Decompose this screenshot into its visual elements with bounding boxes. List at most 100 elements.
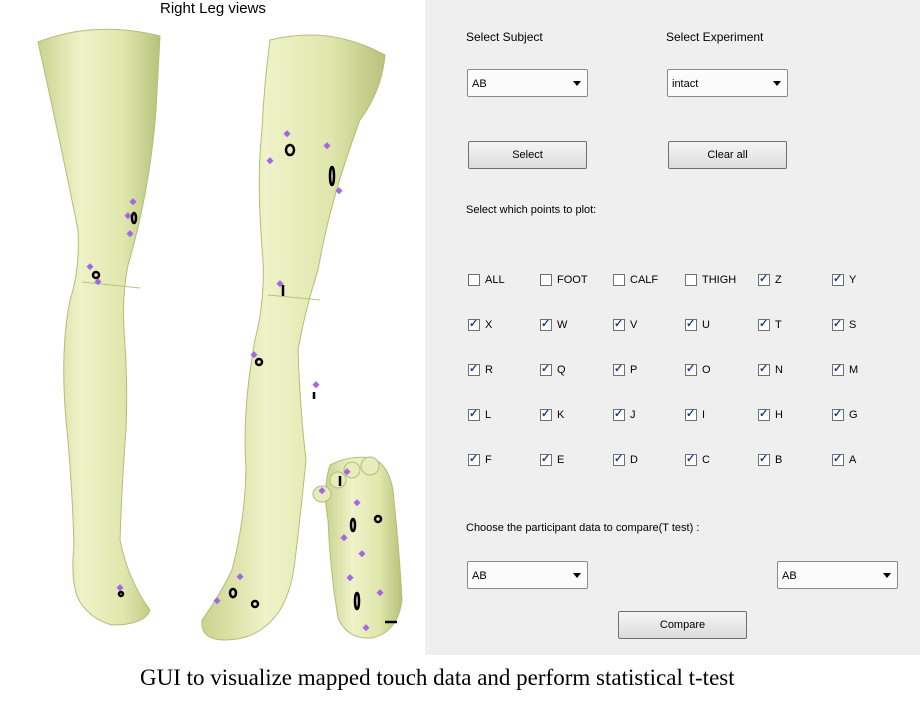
checkbox-label: T xyxy=(775,319,782,331)
checkbox-o[interactable]: ✓ O xyxy=(685,363,745,380)
checkbox-box[interactable]: ✓ xyxy=(758,363,770,376)
checkbox-t[interactable]: ✓ T xyxy=(758,318,818,335)
front-leg-shape xyxy=(37,28,161,626)
check-icon: ✓ xyxy=(833,363,843,375)
experiment-label: Select Experiment xyxy=(666,30,764,44)
check-icon: ✓ xyxy=(759,318,769,330)
checkbox-x[interactable]: ✓ X xyxy=(468,318,528,335)
checkbox-l[interactable]: ✓ L xyxy=(468,408,528,425)
check-icon: ✓ xyxy=(759,363,769,375)
checkbox-j[interactable]: ✓ J xyxy=(613,408,673,425)
checkbox-box[interactable]: ✓ xyxy=(832,318,844,331)
checkbox-y[interactable]: ✓ Y xyxy=(832,273,892,290)
checkbox-e[interactable]: ✓ E xyxy=(540,453,600,470)
checkbox-box[interactable]: ✓ xyxy=(613,453,625,466)
check-icon: ✓ xyxy=(469,408,479,420)
checkbox-box[interactable] xyxy=(685,274,697,286)
checkbox-box[interactable]: ✓ xyxy=(758,318,770,331)
clear-all-button[interactable]: Clear all xyxy=(668,141,787,169)
checkbox-box[interactable]: ✓ xyxy=(685,453,697,466)
checkbox-box[interactable] xyxy=(540,274,552,286)
checkbox-f[interactable]: ✓ F xyxy=(468,453,528,470)
checkbox-label: N xyxy=(775,364,783,376)
checkbox-box[interactable]: ✓ xyxy=(832,453,844,466)
checkbox-w[interactable]: ✓ W xyxy=(540,318,600,335)
checkbox-c[interactable]: ✓ C xyxy=(685,453,745,470)
checkbox-box[interactable]: ✓ xyxy=(613,318,625,331)
checkbox-m[interactable]: ✓ M xyxy=(832,363,892,380)
check-icon: ✓ xyxy=(686,408,696,420)
check-icon: ✓ xyxy=(541,453,551,465)
check-icon: ✓ xyxy=(614,363,624,375)
checkbox-box[interactable]: ✓ xyxy=(468,363,480,376)
check-icon: ✓ xyxy=(541,408,551,420)
checkbox-a[interactable]: ✓ A xyxy=(832,453,892,470)
checkbox-box[interactable]: ✓ xyxy=(540,453,552,466)
checkbox-box[interactable]: ✓ xyxy=(540,408,552,421)
checkbox-v[interactable]: ✓ V xyxy=(613,318,673,335)
checkbox-box[interactable]: ✓ xyxy=(685,318,697,331)
compare-right-value: AB xyxy=(782,570,797,582)
checkbox-r[interactable]: ✓ R xyxy=(468,363,528,380)
checkbox-b[interactable]: ✓ B xyxy=(758,453,818,470)
checkbox-i[interactable]: ✓ I xyxy=(685,408,745,425)
leg-views-figure xyxy=(37,28,403,641)
checkbox-box[interactable]: ✓ xyxy=(758,453,770,466)
toe-2 xyxy=(329,471,347,489)
checkbox-box[interactable]: ✓ xyxy=(613,408,625,421)
compare-left-select[interactable]: AB xyxy=(467,561,588,589)
experiment-select[interactable]: intact xyxy=(667,69,788,97)
checkbox-p[interactable]: ✓ P xyxy=(613,363,673,380)
checkbox-box[interactable]: ✓ xyxy=(758,273,770,286)
checkbox-h[interactable]: ✓ H xyxy=(758,408,818,425)
compare-right-select[interactable]: AB xyxy=(777,561,898,589)
subject-label: Select Subject xyxy=(466,30,543,44)
checkbox-box[interactable]: ✓ xyxy=(758,408,770,421)
checkbox-label: C xyxy=(702,454,710,466)
checkbox-box[interactable] xyxy=(613,274,625,286)
checkbox-label: I xyxy=(702,409,706,421)
checkbox-box[interactable]: ✓ xyxy=(540,363,552,376)
compare-button[interactable]: Compare xyxy=(618,611,747,639)
checkbox-box[interactable]: ✓ xyxy=(468,318,480,331)
checkbox-box[interactable]: ✓ xyxy=(468,408,480,421)
checkbox-label: J xyxy=(630,409,636,421)
checkbox-thigh[interactable]: THIGH xyxy=(685,274,745,290)
check-icon: ✓ xyxy=(614,318,624,330)
checkbox-n[interactable]: ✓ N xyxy=(758,363,818,380)
checkbox-box[interactable]: ✓ xyxy=(832,408,844,421)
checkbox-g[interactable]: ✓ G xyxy=(832,408,892,425)
checkbox-box[interactable]: ✓ xyxy=(685,363,697,376)
toe-4 xyxy=(360,456,380,476)
check-icon: ✓ xyxy=(759,273,769,285)
checkbox-d[interactable]: ✓ D xyxy=(613,453,673,470)
checkbox-label: S xyxy=(849,319,857,331)
checkbox-foot[interactable]: FOOT xyxy=(540,274,600,290)
check-icon: ✓ xyxy=(759,453,769,465)
checkbox-z[interactable]: ✓ Z xyxy=(758,273,818,290)
check-icon: ✓ xyxy=(541,318,551,330)
checkbox-box[interactable] xyxy=(468,274,480,286)
checkbox-box[interactable]: ✓ xyxy=(832,363,844,376)
chevron-down-icon xyxy=(883,573,891,578)
figure-caption: GUI to visualize mapped touch data and p… xyxy=(140,665,735,690)
checkbox-q[interactable]: ✓ Q xyxy=(540,363,600,380)
chevron-down-icon xyxy=(773,81,781,86)
checkbox-box[interactable]: ✓ xyxy=(468,453,480,466)
checkbox-s[interactable]: ✓ S xyxy=(832,318,892,335)
checkbox-u[interactable]: ✓ U xyxy=(685,318,745,335)
checkbox-k[interactable]: ✓ K xyxy=(540,408,600,425)
checkbox-label: D xyxy=(630,454,638,466)
checkbox-all[interactable]: ALL xyxy=(468,274,528,290)
subject-select[interactable]: AB xyxy=(467,69,588,97)
checkbox-box[interactable]: ✓ xyxy=(832,273,844,286)
checkbox-label: P xyxy=(630,364,638,376)
checkbox-box[interactable]: ✓ xyxy=(685,408,697,421)
checkbox-label: X xyxy=(485,319,493,331)
checkbox-calf[interactable]: CALF xyxy=(613,274,673,290)
select-button[interactable]: Select xyxy=(468,141,587,169)
checkbox-box[interactable]: ✓ xyxy=(613,363,625,376)
experiment-select-value: intact xyxy=(672,78,699,90)
checkbox-label: Y xyxy=(849,274,857,286)
checkbox-box[interactable]: ✓ xyxy=(540,318,552,331)
